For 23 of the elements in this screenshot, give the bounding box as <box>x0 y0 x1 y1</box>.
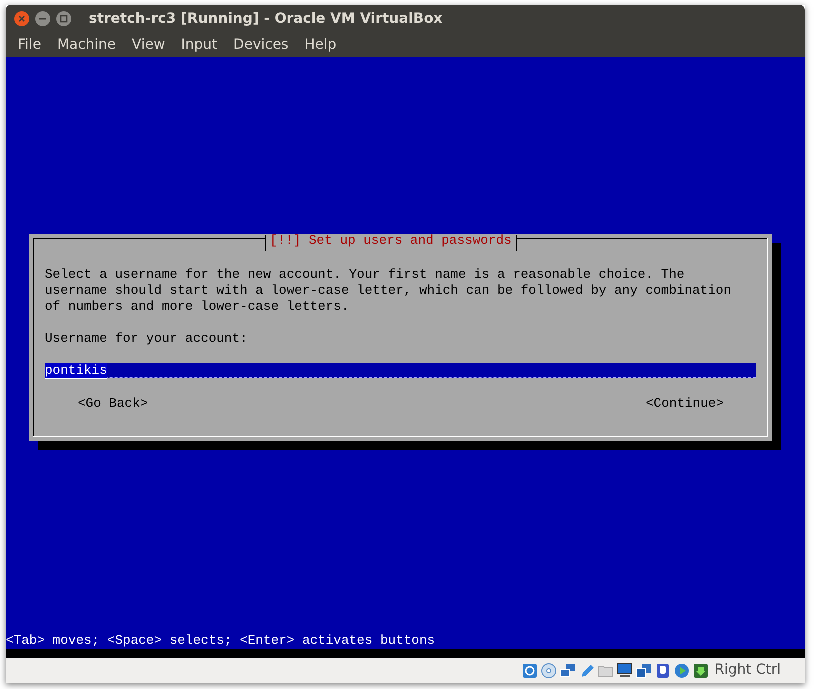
menu-item[interactable]: Input <box>173 34 226 56</box>
menu-item[interactable]: Machine <box>49 34 124 56</box>
download-icon[interactable] <box>692 662 709 678</box>
optical-disc-icon[interactable] <box>540 662 557 678</box>
key-hint: <Tab> moves; <Space> selects; <Enter> activates buttons <box>6 633 436 649</box>
menu-item[interactable]: View <box>124 34 174 56</box>
close-icon[interactable] <box>14 11 30 27</box>
window-title: stretch-rc3 [Running] - Oracle VM VirtualBox <box>89 10 443 28</box>
host-key-label: Right Ctrl <box>714 661 781 680</box>
maximize-icon[interactable] <box>56 11 72 27</box>
menu-item[interactable]: File <box>10 34 50 56</box>
menu-item[interactable]: Devices <box>226 34 297 56</box>
field-value: pontikis <box>45 363 108 379</box>
minimize-icon[interactable] <box>35 11 51 27</box>
menu-item[interactable]: Help <box>296 34 345 56</box>
dialog-button[interactable]: <Go Back> <box>78 396 148 412</box>
monitor-icon[interactable] <box>616 662 633 678</box>
windows-icon[interactable] <box>636 662 652 678</box>
dialog-message: Select a username for the new account. Your first name is a reasonable choice. The username should start with a lower-case letter, which can be followed by any combination of numbers and more lower-case letters. <box>45 267 733 315</box>
dialog-button[interactable]: <Continue> <box>646 396 724 412</box>
dialog-title: [!!] Set up users and passwords <box>265 235 517 251</box>
field-label: Username for your account: <box>45 331 249 347</box>
username-field[interactable]: pontikis <box>45 363 756 378</box>
